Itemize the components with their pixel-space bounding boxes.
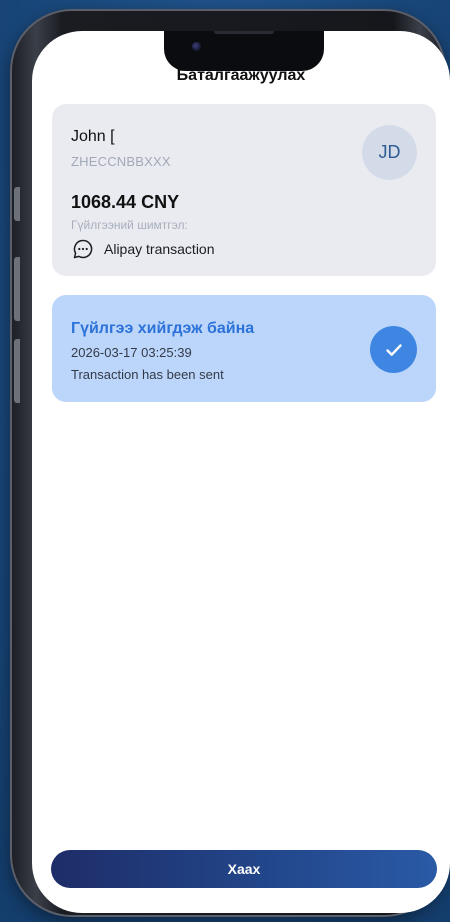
recipient-swift-code: ZHECCNBBXXX <box>71 154 171 169</box>
transaction-description: Alipay transaction <box>104 241 215 257</box>
notch <box>164 31 324 71</box>
volume-up-button <box>14 257 20 321</box>
mute-switch <box>14 187 20 221</box>
status-title: Гүйлгээ хийгдэж байна <box>71 320 255 337</box>
description-label: Гүйлгээний шимтгэл: <box>71 218 188 232</box>
success-badge <box>370 326 417 373</box>
avatar-initials: JD <box>378 142 401 162</box>
front-camera <box>192 42 201 51</box>
avatar: JD <box>362 125 417 180</box>
status-message: Transaction has been sent <box>71 367 224 382</box>
check-icon <box>385 343 402 356</box>
transaction-amount: 1068.44 CNY <box>71 192 180 212</box>
chat-bubble-icon <box>73 239 93 259</box>
recipient-card: John [ ZHECCNBBXXX JD 1068.44 CNY Гүйлгэ… <box>52 104 436 276</box>
phone-frame: Баталгаажуулах John [ ZHECCNBBXXX JD 106… <box>10 9 450 917</box>
phone-screen: Баталгаажуулах John [ ZHECCNBBXXX JD 106… <box>32 31 450 913</box>
recipient-name: John [ <box>71 128 115 145</box>
speaker <box>214 31 274 34</box>
status-card: Гүйлгээ хийгдэж байна 2026-03-17 03:25:3… <box>52 295 436 402</box>
status-timestamp: 2026-03-17 03:25:39 <box>71 345 192 360</box>
close-button[interactable]: Хаах <box>51 850 437 888</box>
volume-down-button <box>14 339 20 403</box>
description-row: Alipay transaction <box>72 238 215 260</box>
